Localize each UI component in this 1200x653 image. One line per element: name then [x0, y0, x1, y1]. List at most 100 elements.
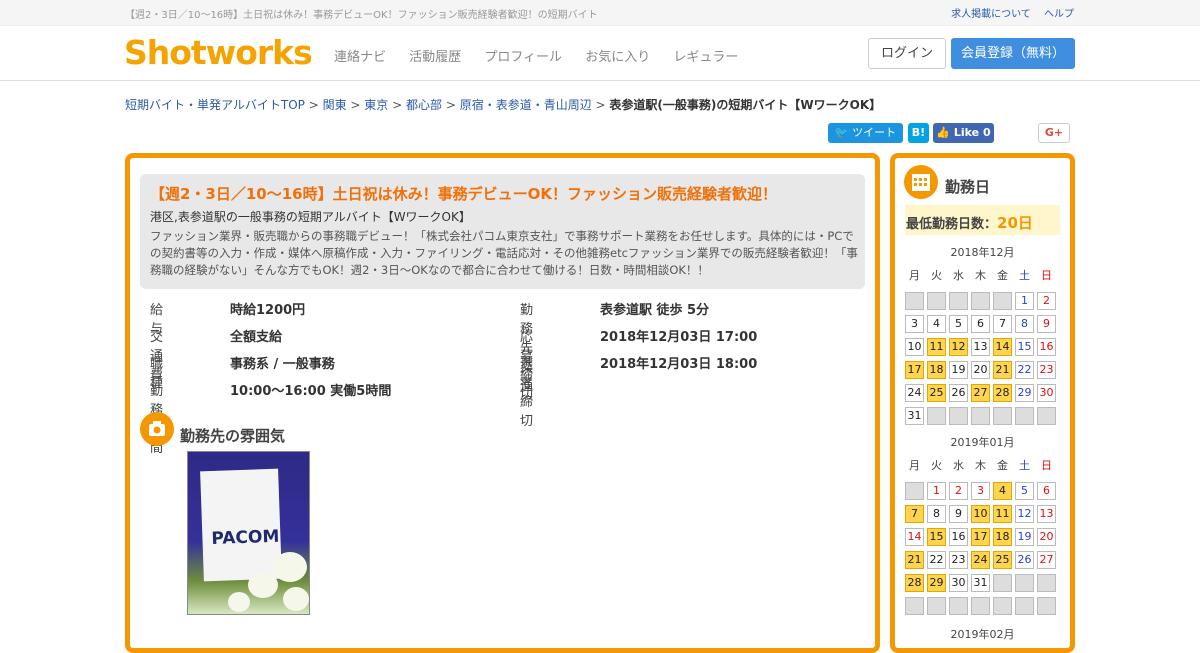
calendar-day[interactable]: 2 — [1037, 292, 1056, 310]
calendar-day[interactable]: 23 — [949, 551, 968, 569]
calendar-day[interactable]: 23 — [1037, 361, 1056, 379]
calendar-day — [949, 292, 968, 310]
calendar-day — [949, 597, 968, 615]
camera-icon — [140, 412, 174, 446]
calendar-day[interactable]: 24 — [971, 551, 990, 569]
job-subtitle: 港区,表参道駅の一般事務の短期アルバイト【WワークOK】 — [150, 210, 471, 224]
calendar-day[interactable]: 27 — [1037, 551, 1056, 569]
calendar-day[interactable]: 15 — [1015, 338, 1034, 356]
info-value: 時給1200円 — [230, 303, 306, 318]
nav-contact[interactable]: 連絡ナビ — [334, 50, 386, 65]
calendar-day[interactable]: 17 — [971, 528, 990, 546]
nav-favorites[interactable]: お気に入り — [585, 50, 650, 65]
nav-regular[interactable]: レギュラー — [673, 50, 738, 65]
calendar-day[interactable]: 16 — [949, 528, 968, 546]
breadcrumb-harajuku[interactable]: 原宿・表参道・青山周辺 — [460, 98, 592, 112]
calendar-day[interactable]: 24 — [905, 384, 924, 402]
calendar-day[interactable]: 4 — [993, 482, 1012, 500]
calendar-day — [993, 407, 1012, 425]
weekday-label: 金 — [997, 459, 1008, 472]
breadcrumb-top[interactable]: 短期バイト・単発アルバイトTOP — [125, 98, 305, 112]
calendar-day[interactable]: 15 — [927, 528, 946, 546]
calendar-day[interactable]: 14 — [905, 528, 924, 546]
calendar-day[interactable]: 5 — [949, 315, 968, 333]
calendar-day[interactable]: 28 — [905, 574, 924, 592]
calendar-day[interactable]: 8 — [927, 505, 946, 523]
calendar-day — [927, 407, 946, 425]
calendar-day[interactable]: 18 — [927, 361, 946, 379]
calendar-day[interactable]: 25 — [927, 384, 946, 402]
calendar-day[interactable]: 17 — [905, 361, 924, 379]
calendar-day — [1015, 574, 1034, 592]
calendar-day[interactable]: 1 — [927, 482, 946, 500]
hatena-button[interactable]: B! — [908, 123, 929, 143]
calendar-day[interactable]: 25 — [993, 551, 1012, 569]
workplace-photo[interactable]: PACOM — [187, 451, 310, 615]
calendar-day — [993, 597, 1012, 615]
calendar-day[interactable]: 18 — [993, 528, 1012, 546]
calendar-day[interactable]: 22 — [927, 551, 946, 569]
calendar-day — [905, 482, 924, 500]
calendar-day[interactable]: 19 — [1015, 528, 1034, 546]
calendar-day[interactable]: 29 — [1015, 384, 1034, 402]
calendar-day[interactable]: 8 — [1015, 315, 1034, 333]
calendar-day[interactable]: 19 — [949, 361, 968, 379]
work-days-title: 勤務日 — [945, 178, 991, 196]
top-bar: 【週2・3日／10～16時】土日祝は休み！事務デビューOK！ファッション販売経験… — [0, 0, 1200, 26]
calendar-day[interactable]: 31 — [905, 407, 924, 425]
job-posting-link[interactable]: 求人掲載について — [951, 9, 1031, 20]
calendar-day[interactable]: 7 — [993, 315, 1012, 333]
register-button[interactable]: 会員登録（無料） — [951, 38, 1075, 69]
help-link[interactable]: ヘルプ — [1044, 9, 1074, 20]
calendar-day[interactable]: 28 — [993, 384, 1012, 402]
breadcrumb-tokyo[interactable]: 東京 — [364, 98, 388, 112]
calendar-day[interactable]: 26 — [949, 384, 968, 402]
calendar-day[interactable]: 12 — [949, 338, 968, 356]
shotworks-logo[interactable]: Shotworks — [124, 33, 313, 72]
calendar-day[interactable]: 16 — [1037, 338, 1056, 356]
calendar-day[interactable]: 11 — [993, 505, 1012, 523]
calendar-day[interactable]: 9 — [949, 505, 968, 523]
calendar-day[interactable]: 9 — [1037, 315, 1056, 333]
flower-shape — [248, 572, 278, 598]
calendar-day[interactable]: 30 — [1037, 384, 1056, 402]
nav-profile[interactable]: プロフィール — [484, 50, 562, 65]
calendar-day[interactable]: 31 — [971, 574, 990, 592]
calendar-day[interactable]: 11 — [927, 338, 946, 356]
login-button[interactable]: ログイン — [868, 38, 946, 69]
calendar-day[interactable]: 10 — [905, 338, 924, 356]
google-plus-button[interactable]: G+ — [1038, 123, 1070, 143]
breadcrumb-kanto[interactable]: 関東 — [323, 98, 347, 112]
calendar-day[interactable]: 22 — [1015, 361, 1034, 379]
calendar-day[interactable]: 14 — [993, 338, 1012, 356]
calendar-day[interactable]: 2 — [949, 482, 968, 500]
calendar-day[interactable]: 21 — [993, 361, 1012, 379]
photo-card: PACOM — [200, 468, 282, 582]
calendar-day[interactable]: 10 — [971, 505, 990, 523]
calendar-day[interactable]: 20 — [1037, 528, 1056, 546]
calendar-day[interactable]: 3 — [971, 482, 990, 500]
calendar-day[interactable]: 30 — [949, 574, 968, 592]
calendar-day[interactable]: 3 — [905, 315, 924, 333]
calendar-day[interactable]: 6 — [1037, 482, 1056, 500]
facebook-like-button[interactable]: 👍 Like 0 — [933, 123, 994, 143]
calendar-month-label: 2019年02月 — [950, 628, 1015, 641]
calendar-day[interactable]: 29 — [927, 574, 946, 592]
breadcrumb-toshinbu[interactable]: 都心部 — [406, 98, 442, 112]
calendar-day[interactable]: 13 — [971, 338, 990, 356]
tweet-button[interactable]: 🐦 ツイート — [828, 123, 903, 143]
calendar-day[interactable]: 21 — [905, 551, 924, 569]
calendar-day[interactable]: 13 — [1037, 505, 1056, 523]
weekday-label: 月 — [909, 269, 920, 282]
calendar-day[interactable]: 7 — [905, 505, 924, 523]
calendar-day[interactable]: 1 — [1015, 292, 1034, 310]
calendar-day[interactable]: 4 — [927, 315, 946, 333]
calendar-day[interactable]: 20 — [971, 361, 990, 379]
calendar-day[interactable]: 27 — [971, 384, 990, 402]
calendar-day[interactable]: 26 — [1015, 551, 1034, 569]
min-work-days: 最低勤務日数：20日 — [905, 205, 1060, 235]
calendar-day[interactable]: 12 — [1015, 505, 1034, 523]
calendar-day[interactable]: 5 — [1015, 482, 1034, 500]
nav-history[interactable]: 活動履歴 — [409, 50, 461, 65]
calendar-day[interactable]: 6 — [971, 315, 990, 333]
